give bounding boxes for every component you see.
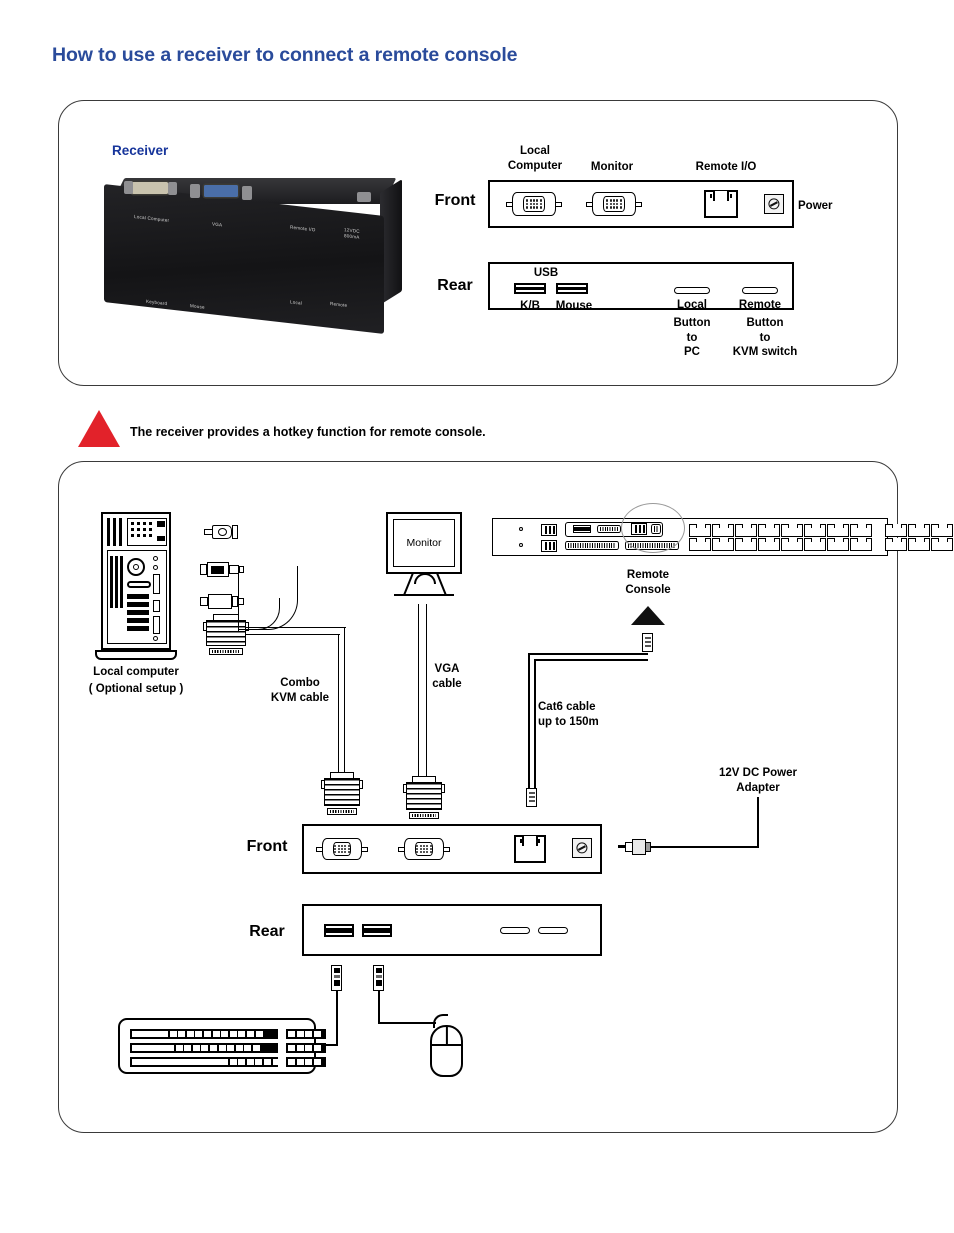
vga-cable-plug-icon xyxy=(403,776,445,819)
usb-port-mouse-icon xyxy=(556,283,588,294)
front-power-label: Power xyxy=(798,200,833,212)
cat6-cable-h2 xyxy=(534,659,648,661)
power-jack-icon xyxy=(764,194,784,214)
rear-button-caption-remote: Button to KVM switch xyxy=(732,317,798,358)
monitor-label: Monitor xyxy=(406,537,442,549)
rj45-port-remote-io-icon xyxy=(704,190,738,218)
combo-cable-audio-plug-icon xyxy=(204,524,240,540)
document-page: How to use a receiver to connect a remot… xyxy=(0,0,954,1233)
front-row-label-top: Front xyxy=(434,192,476,209)
rj45-port-remote-io-bottom-icon xyxy=(514,835,546,863)
monitor-device: Monitor xyxy=(386,512,462,604)
vga-port-monitor-bottom-icon xyxy=(398,838,450,860)
usb-plug-mouse-icon xyxy=(373,965,384,991)
vga-port-monitor-icon xyxy=(586,192,642,216)
rear-button-local[interactable] xyxy=(674,287,710,294)
combo-cable-run-v1 xyxy=(344,627,346,777)
local-computer-sublabel: ( Optional setup ) xyxy=(88,683,184,695)
vga-cable-line-2 xyxy=(426,604,428,782)
usb-port-keyboard-icon xyxy=(514,283,546,294)
receiver-section-label: Receiver xyxy=(112,143,169,158)
power-adapter-wire-v xyxy=(757,797,759,847)
rear-button-remote[interactable] xyxy=(742,287,778,294)
power-jack-bottom-icon xyxy=(572,838,592,858)
front-row-label-bottom: Front xyxy=(246,838,288,855)
mouse-cable-h xyxy=(378,1022,436,1024)
combo-cable-vga-plug-bottom-icon xyxy=(321,772,363,815)
note-text: The receiver provides a hotkey function … xyxy=(130,425,486,439)
mouse-cable-v xyxy=(378,991,380,1023)
rear-button-label-remote: Remote xyxy=(738,299,782,311)
vga-cable-line-1 xyxy=(418,604,420,782)
usb-plug-keyboard-icon xyxy=(331,965,342,991)
kvm-switch-rear-panel xyxy=(492,503,953,556)
local-computer-label: Local computer xyxy=(93,666,179,678)
remote-console-arrow-icon xyxy=(631,606,665,625)
vga-port-local-computer-bottom-icon xyxy=(316,838,368,860)
cat6-cable-label: Cat6 cable up to 150m xyxy=(538,701,599,728)
vga-cable-label: VGA cable xyxy=(432,663,462,690)
cat6-plug-bottom-icon xyxy=(526,788,537,807)
rear-button-remote-bottom[interactable] xyxy=(538,927,568,934)
combo-cable-run-v2 xyxy=(338,634,340,777)
front-port-label-monitor: Monitor xyxy=(590,161,634,173)
dc-power-plug-icon xyxy=(618,838,652,856)
rear-button-local-bottom[interactable] xyxy=(500,927,530,934)
front-port-label-remote-io: Remote I/O xyxy=(695,161,757,173)
rear-usb-group-label: USB xyxy=(533,267,559,279)
power-adapter-wire-h xyxy=(650,846,759,848)
remote-console-label: Remote Console xyxy=(625,569,671,596)
combo-cable-run-h2 xyxy=(246,634,340,636)
usb-port-mouse-bottom-icon xyxy=(362,924,392,937)
combo-cable-run-h1 xyxy=(246,627,346,629)
cat6-cable-v2 xyxy=(534,659,536,790)
rear-row-label-bottom: Rear xyxy=(249,923,285,940)
page-title: How to use a receiver to connect a remot… xyxy=(52,44,518,66)
rear-usb-label-kb: K/B xyxy=(520,300,540,312)
rear-usb-label-mouse: Mouse xyxy=(555,300,593,312)
vga-port-local-computer-icon xyxy=(506,192,562,216)
front-port-label-local-computer: Local Computer xyxy=(507,145,563,172)
cat6-cable-h1 xyxy=(528,653,648,655)
receiver-device-photo: Local Computer VGA Remote I/O 12VDC 800m… xyxy=(104,178,404,334)
usb-port-keyboard-bottom-icon xyxy=(324,924,354,937)
local-computer-tower xyxy=(95,512,177,660)
keyboard-device xyxy=(118,1018,326,1074)
rear-button-label-local: Local xyxy=(676,299,708,311)
mouse-device xyxy=(430,1014,463,1077)
power-adapter-label: 12V DC Power Adapter xyxy=(719,767,797,794)
keyboard-cable-v xyxy=(336,991,338,1045)
cat6-cable-v1 xyxy=(528,653,530,790)
combo-kvm-cable-label: Combo KVM cable xyxy=(270,677,330,704)
cat6-plug-top-icon xyxy=(642,633,653,652)
rear-row-label-top: Rear xyxy=(437,277,473,294)
